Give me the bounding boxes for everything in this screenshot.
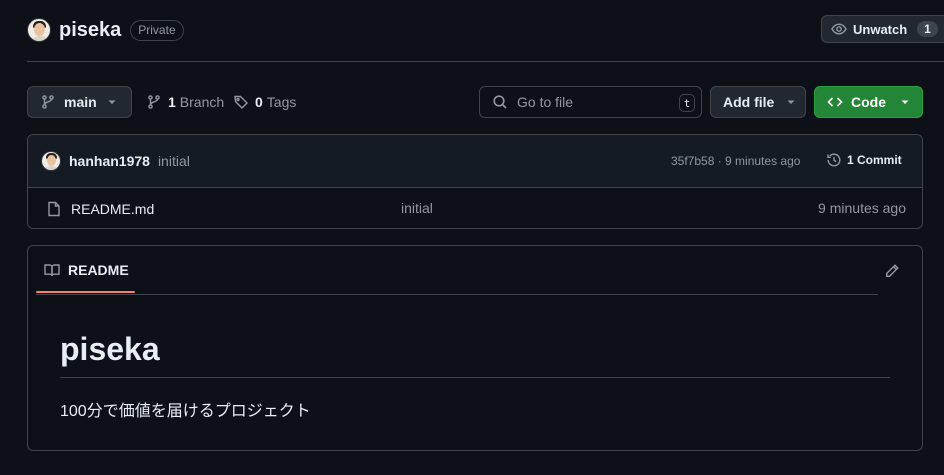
tags-link[interactable]: 0 Tags (233, 86, 296, 118)
file-name[interactable]: README.md (71, 201, 154, 217)
active-tab-indicator (36, 291, 135, 293)
go-to-file-placeholder: Go to file (517, 94, 574, 110)
owner-avatar[interactable] (27, 18, 51, 42)
code-button[interactable]: Code (814, 86, 923, 118)
chevron-down-icon (107, 97, 117, 107)
readme-tab-label: README (68, 262, 129, 278)
repo-header: piseka Private (27, 14, 184, 46)
table-row[interactable]: README.md initial 9 minutes ago (28, 188, 922, 228)
latest-commit-row: hanhan1978 initial 35f7b58 · 9 minutes a… (28, 135, 922, 188)
history-icon (826, 152, 842, 168)
header-divider (27, 61, 944, 62)
unwatch-label: Unwatch (853, 21, 908, 37)
pencil-icon[interactable] (884, 263, 900, 279)
code-label: Code (851, 94, 886, 110)
chevron-down-icon (900, 97, 910, 107)
tab-divider (36, 294, 878, 295)
commit-author-avatar[interactable] (41, 151, 61, 171)
branch-icon (146, 94, 162, 110)
file-icon (46, 201, 62, 217)
eye-icon (831, 21, 847, 37)
file-age: 9 minutes ago (818, 200, 906, 216)
shortcut-key: t (679, 94, 695, 112)
book-icon (44, 262, 60, 278)
branches-count: 1 (168, 94, 176, 110)
add-file-label: Add file (723, 94, 775, 110)
commits-link[interactable]: 1 Commit (826, 152, 902, 168)
commit-message[interactable]: initial (158, 153, 190, 169)
branch-name: main (64, 94, 97, 110)
branch-icon (40, 94, 56, 110)
tab-readme[interactable]: README (44, 262, 129, 278)
branches-label: Branch (179, 94, 225, 110)
repo-name[interactable]: piseka (59, 19, 121, 42)
readme-heading: piseka (60, 331, 160, 367)
add-file-button[interactable]: Add file (710, 86, 806, 118)
go-to-file-input[interactable]: Go to file t (479, 86, 702, 118)
search-icon (492, 94, 508, 110)
chevron-down-icon (786, 97, 796, 107)
code-icon (827, 94, 843, 110)
tags-label: Tags (266, 94, 297, 110)
branch-selector-button[interactable]: main (27, 86, 132, 118)
readme-paragraph: 100分で価値を届けるプロジェクト (60, 403, 311, 420)
file-list: hanhan1978 initial 35f7b58 · 9 minutes a… (27, 134, 923, 229)
readme-panel: README piseka 100分で価値を届けるプロジェクト (27, 245, 923, 451)
visibility-badge: Private (130, 19, 184, 41)
commit-author[interactable]: hanhan1978 (69, 153, 150, 169)
heading-rule (60, 377, 890, 378)
branches-link[interactable]: 1 Branch (146, 86, 224, 118)
tag-icon (233, 94, 249, 110)
watchers-count: 1 (917, 21, 938, 37)
commits-label: 1 Commit (847, 153, 902, 167)
commit-hash-time[interactable]: 35f7b58 · 9 minutes ago (671, 154, 800, 168)
file-commit-message[interactable]: initial (401, 200, 433, 216)
tags-count: 0 (255, 94, 263, 110)
unwatch-button[interactable]: Unwatch 1 (821, 15, 944, 43)
